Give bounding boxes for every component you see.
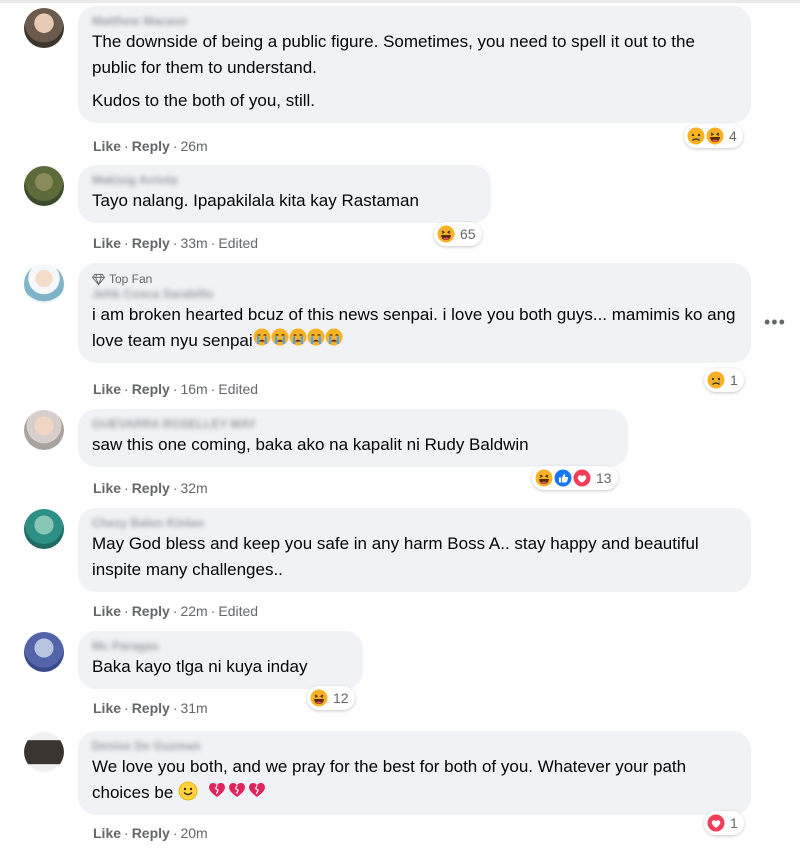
comment-text: saw this one coming, baka ako na kapalit… <box>92 435 529 454</box>
comment-actions: Like · Reply · 33m · Edited <box>93 235 259 251</box>
comment-bubble: Mc Paragas Baka kayo tlga ni kuya inday <box>78 631 363 689</box>
reply-link[interactable]: Reply <box>132 138 170 154</box>
broken-heart-emoji-icon <box>207 780 227 798</box>
comment-text: Kudos to the both of you, still. <box>92 91 316 110</box>
comment-bubble: Top Fan Jehb Cosca Sarabillo i am broken… <box>78 263 751 363</box>
reaction-summary[interactable]: 1 <box>704 368 744 392</box>
like-link[interactable]: Like <box>93 480 121 496</box>
comment-author[interactable]: Denise De Guzman <box>92 739 737 754</box>
edited-label: Edited <box>218 381 259 397</box>
comment-timestamp[interactable]: 32m <box>180 480 207 496</box>
comment-timestamp[interactable]: 26m <box>180 138 207 154</box>
reaction-count: 1 <box>730 815 738 831</box>
comment-author[interactable]: Makisig Arriola <box>92 173 477 188</box>
like-reaction-icon <box>554 469 572 487</box>
comment-text: Tayo nalang. Ipapakilala kita kay Rastam… <box>92 191 419 210</box>
reply-link[interactable]: Reply <box>132 603 170 619</box>
comment-actions: Like · Reply · 26m <box>93 138 208 154</box>
comment-bubble: GUEVARRA ROSELLEY MAY saw this one comin… <box>78 409 628 467</box>
comment-bubble: Denise De Guzman We love you both, and w… <box>78 731 751 815</box>
reply-link[interactable]: Reply <box>132 381 170 397</box>
like-link[interactable]: Like <box>93 700 121 716</box>
love-reaction-icon <box>707 814 725 832</box>
avatar[interactable] <box>24 732 64 772</box>
edited-label: Edited <box>218 603 259 619</box>
comment-actions: Like · Reply · 20m <box>93 825 208 841</box>
crying-emoji-icon <box>271 328 289 346</box>
comment-author[interactable]: Jehb Cosca Sarabillo <box>92 287 737 302</box>
comment-text-content: i am broken hearted bcuz of this news se… <box>92 305 736 350</box>
love-reaction-icon <box>573 469 591 487</box>
comment-author[interactable]: Matthew Macaso <box>92 14 737 29</box>
comment-actions: Like · Reply · 32m <box>93 480 208 496</box>
crying-emoji-icon <box>325 328 343 346</box>
comment-author[interactable]: Mc Paragas <box>92 639 349 654</box>
reaction-summary[interactable]: 13 <box>532 466 618 490</box>
reply-link[interactable]: Reply <box>132 480 170 496</box>
broken-heart-emoji-icon <box>227 780 247 798</box>
comment-bubble: Chezy Balen Kintao May God bless and kee… <box>78 508 751 592</box>
haha-reaction-icon <box>535 469 553 487</box>
avatar[interactable] <box>24 166 64 206</box>
haha-reaction-icon <box>437 225 455 243</box>
top-fan-badge: Top Fan <box>92 271 737 287</box>
crying-emoji-icon <box>307 328 325 346</box>
smile-emoji-icon <box>178 781 198 801</box>
broken-heart-emoji-icon <box>247 780 267 798</box>
reaction-summary[interactable]: 4 <box>684 124 743 148</box>
avatar[interactable] <box>24 264 64 304</box>
edited-label: Edited <box>218 235 259 251</box>
comment-text: i am broken hearted bcuz of this news se… <box>92 302 737 354</box>
comment-timestamp[interactable]: 33m <box>180 235 207 251</box>
diamond-icon <box>92 273 105 286</box>
comment-bubble: Matthew Macaso The downside of being a p… <box>78 6 751 123</box>
comment-timestamp[interactable]: 20m <box>180 825 207 841</box>
avatar[interactable] <box>24 8 64 48</box>
heart-emoji-group <box>207 783 267 802</box>
avatar[interactable] <box>24 509 64 549</box>
haha-reaction-icon <box>706 127 724 145</box>
top-divider <box>0 0 800 3</box>
comment-text: May God bless and keep you safe in any h… <box>92 534 699 579</box>
haha-reaction-icon <box>310 689 328 707</box>
comment-author[interactable]: Chezy Balen Kintao <box>92 516 737 531</box>
comment-bubble: Makisig Arriola Tayo nalang. Ipapakilala… <box>78 165 491 223</box>
comment-timestamp[interactable]: 16m <box>180 381 207 397</box>
comment-actions: Like · Reply · 22m · Edited <box>93 603 259 619</box>
crying-emoji-icon <box>253 328 271 346</box>
reaction-summary[interactable]: 1 <box>704 811 744 835</box>
like-link[interactable]: Like <box>93 825 121 841</box>
top-fan-label: Top Fan <box>109 272 153 286</box>
like-link[interactable]: Like <box>93 235 121 251</box>
crying-emoji-group <box>253 331 343 350</box>
reaction-count: 12 <box>333 690 349 706</box>
avatar[interactable] <box>24 410 64 450</box>
reaction-count: 13 <box>596 470 612 486</box>
crying-emoji-icon <box>289 328 307 346</box>
comment-text: Baka kayo tlga ni kuya inday <box>92 657 308 676</box>
comment-text: The downside of being a public figure. S… <box>92 32 695 77</box>
reaction-count: 4 <box>729 128 737 144</box>
sad-reaction-icon <box>707 371 725 389</box>
reply-link[interactable]: Reply <box>132 700 170 716</box>
comment-text: We love you both, and we pray for the be… <box>92 754 737 806</box>
comment-actions: Like · Reply · 16m · Edited <box>93 381 259 397</box>
avatar[interactable] <box>24 632 64 672</box>
comment-timestamp[interactable]: 31m <box>180 700 207 716</box>
more-options-icon[interactable]: ••• <box>764 312 786 333</box>
comment-actions: Like · Reply · 31m <box>93 700 208 716</box>
like-link[interactable]: Like <box>93 381 121 397</box>
sad-reaction-icon <box>687 127 705 145</box>
reply-link[interactable]: Reply <box>132 235 170 251</box>
reaction-summary[interactable]: 12 <box>307 686 355 710</box>
reaction-count: 1 <box>730 372 738 388</box>
reaction-summary[interactable]: 65 <box>434 222 482 246</box>
comment-timestamp[interactable]: 22m <box>180 603 207 619</box>
like-link[interactable]: Like <box>93 138 121 154</box>
like-link[interactable]: Like <box>93 603 121 619</box>
reply-link[interactable]: Reply <box>132 825 170 841</box>
reaction-count: 65 <box>460 226 476 242</box>
comment-author[interactable]: GUEVARRA ROSELLEY MAY <box>92 417 614 432</box>
